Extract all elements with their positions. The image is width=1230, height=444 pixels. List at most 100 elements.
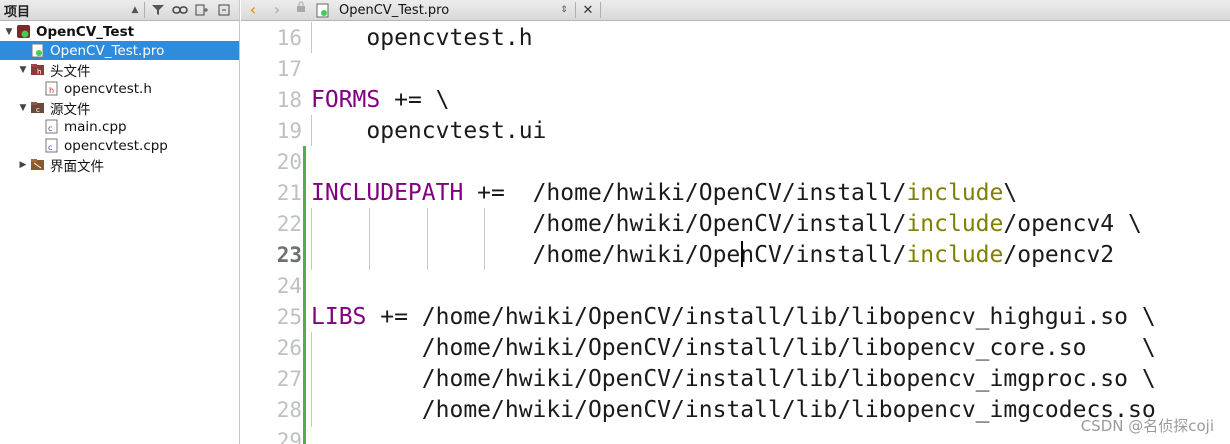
project-toolbar: 项目 ▲ xyxy=(0,0,239,21)
code-line[interactable]: opencvtest.ui xyxy=(311,116,546,147)
indent-guide xyxy=(311,208,312,270)
indent-guide xyxy=(427,208,428,270)
tree-item[interactable]: ▼ h 头文件 xyxy=(0,60,239,80)
back-arrow-icon[interactable]: ‹ xyxy=(241,1,265,19)
code-line[interactable]: /home/hwiki/OpenCV/install/lib/libopencv… xyxy=(311,333,1156,364)
code-line[interactable]: opencvtest.h xyxy=(311,23,533,54)
tree-item[interactable]: h opencvtest.h xyxy=(0,79,239,98)
lock-icon[interactable] xyxy=(289,1,313,19)
indent-guide xyxy=(311,115,312,146)
include-token: include xyxy=(906,211,1004,237)
line-number: 24 xyxy=(276,274,302,298)
keyword-token: FORMS xyxy=(311,87,381,113)
collapse-right-icon[interactable]: ▶ xyxy=(18,160,28,170)
tree-item[interactable]: c main.cpp xyxy=(0,117,239,136)
toolbar-divider xyxy=(144,2,145,18)
cpp-file-icon: c xyxy=(44,119,59,134)
expand-down-icon[interactable]: ▼ xyxy=(4,27,14,37)
tree-item[interactable]: ▼ OpenCV_Test xyxy=(0,22,239,41)
svg-text:c: c xyxy=(48,143,52,152)
tree-item-label: 头文件 xyxy=(50,63,91,80)
tree-item-label: OpenCV_Test xyxy=(36,23,135,40)
cpp-file-icon: c xyxy=(44,138,59,153)
code-line[interactable]: FORMS += \ xyxy=(311,85,450,116)
line-number: 25 xyxy=(276,305,302,329)
header-folder-icon: h xyxy=(30,62,45,77)
link-icon[interactable] xyxy=(169,1,191,19)
tree-item-label: opencvtest.h xyxy=(64,80,152,97)
code-token: /home/hwiki/OpenCV/install/lib/libopencv… xyxy=(311,366,1156,392)
file-selector-arrows-icon[interactable]: ⇕ xyxy=(555,5,573,15)
code-token: \ xyxy=(1003,180,1018,206)
code-token: += /home/hwiki/OpenCV/install/lib/libope… xyxy=(366,304,1156,330)
line-number: 23 xyxy=(276,243,302,267)
view-selector-arrows-icon[interactable]: ▲ xyxy=(128,5,142,15)
code-token: opencvtest.ui xyxy=(311,118,547,144)
tree-item[interactable]: OpenCV_Test.pro xyxy=(0,41,239,60)
expand-down-icon[interactable]: ▼ xyxy=(18,103,28,113)
pro-file-icon xyxy=(315,3,330,18)
svg-text:h: h xyxy=(37,68,41,76)
line-number: 18 xyxy=(276,88,302,112)
filter-icon[interactable] xyxy=(147,1,169,19)
code-token: opencvtest.h xyxy=(311,25,533,51)
open-file-name[interactable]: OpenCV_Test.pro xyxy=(335,3,555,18)
editor-toolbar: ‹ › OpenCV_Test.pro ⇕ ✕ xyxy=(241,0,1230,21)
toolbar-divider xyxy=(600,2,601,18)
split-icon[interactable] xyxy=(191,1,213,19)
tree-item-label: opencvtest.cpp xyxy=(64,137,168,154)
keyword-token: LIBS xyxy=(311,304,367,330)
indent-guide xyxy=(484,208,485,270)
code-token: /opencv2 xyxy=(1003,242,1115,268)
pro-file-icon xyxy=(30,43,45,58)
code-token: /home/hwiki/OpenCV/install/lib/libopencv… xyxy=(311,335,1156,361)
expand-down-icon[interactable]: ▼ xyxy=(18,65,28,75)
tree-item[interactable]: c opencvtest.cpp xyxy=(0,136,239,155)
code-line[interactable]: /home/hwiki/OpenCV/install/lib/libopencv… xyxy=(311,395,1156,426)
indent-guide xyxy=(311,332,312,427)
toolbar-divider xyxy=(575,2,576,18)
watermark: CSDN @名侦探coji xyxy=(1080,417,1214,435)
svg-text:c: c xyxy=(36,106,40,114)
code-token: += \ xyxy=(380,87,450,113)
line-number: 29 xyxy=(276,429,302,444)
line-number: 19 xyxy=(276,119,302,143)
indent-guide xyxy=(369,208,370,270)
indent-guide xyxy=(311,22,312,53)
tree-item-label: main.cpp xyxy=(64,118,127,135)
svg-text:c: c xyxy=(48,124,52,133)
code-line[interactable]: /home/hwiki/OpenCV/install/include/openc… xyxy=(311,240,1115,271)
panel-title: 项目 xyxy=(4,4,31,20)
keyword-token: INCLUDEPATH xyxy=(311,180,464,206)
line-number: 16 xyxy=(276,26,302,50)
code-token: /home/hwiki/OpenCV/install/ xyxy=(311,211,907,237)
modified-lines-marker xyxy=(303,146,306,444)
code-token: /opencv4 \ xyxy=(1003,211,1142,237)
line-number: 17 xyxy=(276,57,302,81)
forward-arrow-icon[interactable]: › xyxy=(265,1,289,19)
code-editor[interactable]: 16 17 18 19 20 21 22 23 24 25 26 27 28 29 opencvtest.… xyxy=(241,22,1230,444)
tree-item[interactable]: ▼ c 源文件 xyxy=(0,98,239,118)
close-pane-icon[interactable] xyxy=(213,1,235,19)
qt-project-icon xyxy=(16,24,31,39)
header-file-icon: h xyxy=(44,81,59,96)
tree-item-label: OpenCV_Test.pro xyxy=(50,42,165,59)
line-number: 28 xyxy=(276,398,302,422)
svg-text:h: h xyxy=(49,86,54,95)
line-number: 20 xyxy=(276,150,302,174)
tree-item-label: 源文件 xyxy=(50,101,91,118)
code-line[interactable]: LIBS += /home/hwiki/OpenCV/install/lib/l… xyxy=(311,302,1156,333)
code-line[interactable]: /home/hwiki/OpenCV/install/include/openc… xyxy=(311,209,1142,240)
code-token: += /home/hwiki/OpenCV/install/ xyxy=(463,180,907,206)
line-number: 26 xyxy=(276,336,302,360)
text-cursor xyxy=(741,241,743,267)
code-line[interactable]: /home/hwiki/OpenCV/install/lib/libopencv… xyxy=(311,364,1156,395)
code-line[interactable]: INCLUDEPATH += /home/hwiki/OpenCV/instal… xyxy=(311,178,1017,209)
project-tree: ▼ OpenCV_Test OpenCV_Test.pro ▼ h 头文件 h opencvt… xyxy=(0,22,239,175)
include-token: include xyxy=(906,242,1004,268)
close-file-button[interactable]: ✕ xyxy=(578,3,598,18)
tree-item[interactable]: ▶ 界面文件 xyxy=(0,155,239,175)
line-number-gutter: 16 17 18 19 20 21 22 23 24 25 26 27 28 29 xyxy=(241,22,305,444)
include-token: include xyxy=(906,180,1004,206)
line-number: 27 xyxy=(276,367,302,391)
